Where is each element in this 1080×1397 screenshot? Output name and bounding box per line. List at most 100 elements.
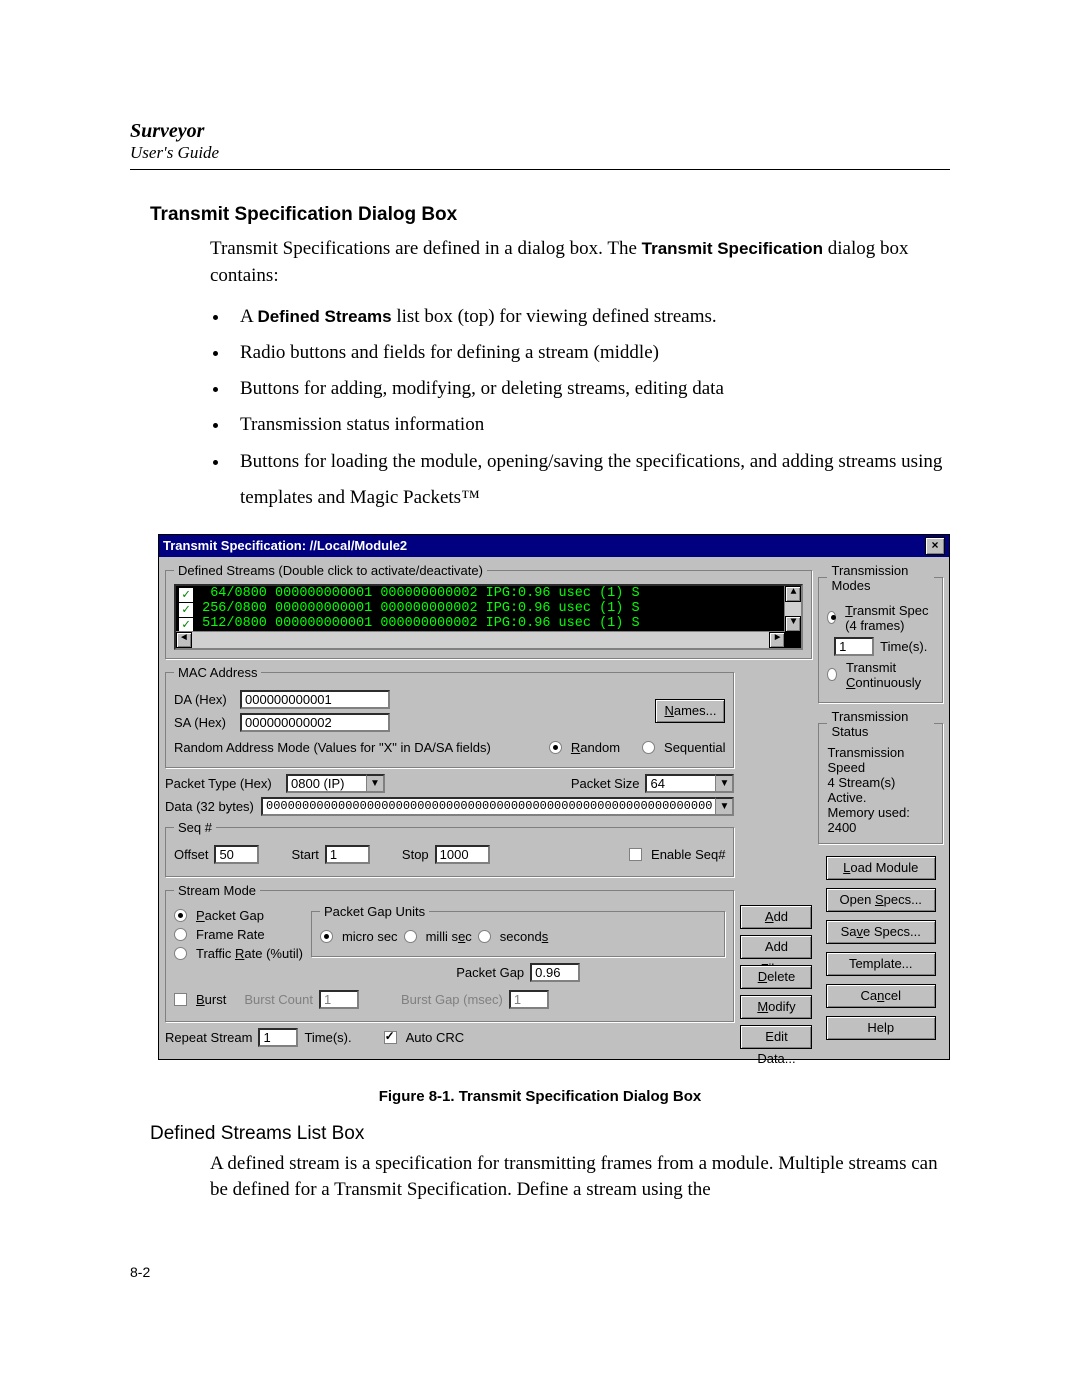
burst-gap-label: Burst Gap (msec) (401, 992, 503, 1007)
seq-legend: Seq # (174, 820, 216, 835)
packet-type-value[interactable]: 0800 (IP) (286, 774, 366, 793)
packet-type-label: Packet Type (Hex) (165, 776, 280, 791)
delete-button[interactable]: Delete (740, 965, 812, 989)
offset-label: Offset (174, 847, 208, 862)
transmit-cont-radio[interactable] (827, 668, 837, 681)
start-field[interactable]: 1 (325, 845, 370, 864)
enable-seq-check[interactable] (629, 848, 642, 861)
bullet-3: Buttons for adding, modifying, or deleti… (230, 371, 950, 407)
page-header-subtitle: User's Guide (130, 143, 950, 163)
sa-label: SA (Hex) (174, 715, 234, 730)
transmit-spec-label: Transmit Spec (4 frames) (845, 603, 934, 633)
traffic-rate-label: Traffic Rate (%util) (196, 946, 303, 961)
stream-row-1[interactable]: 64/0800 000000000001 000000000002 IPG:0.… (194, 586, 785, 601)
help-button[interactable]: Help (826, 1016, 936, 1040)
frame-rate-radio[interactable] (174, 928, 187, 941)
save-specs-button[interactable]: Save Specs... (826, 920, 936, 944)
scroll-left-icon[interactable]: ◄ (176, 632, 192, 648)
random-label: Random (571, 740, 620, 755)
bullet-4: Transmission status information (230, 407, 950, 443)
enable-seq-label: Enable Seq# (651, 847, 725, 862)
streams-hscroll[interactable]: ◄ ► (176, 631, 785, 648)
stop-field[interactable]: 1000 (435, 845, 490, 864)
modes-legend: Transmission Modes (827, 563, 934, 593)
frame-rate-label: Frame Rate (196, 927, 265, 942)
milli-label: milli sec (426, 929, 472, 944)
cancel-button[interactable]: Cancel (826, 984, 936, 1008)
chevron-down-icon[interactable]: ▼ (715, 774, 734, 793)
repeat-times: Time(s). (304, 1030, 351, 1045)
repeat-field[interactable]: 1 (258, 1028, 298, 1047)
modes-times: Time(s). (880, 639, 927, 654)
traffic-rate-radio[interactable] (174, 947, 187, 960)
micro-radio[interactable] (320, 930, 333, 943)
bullet-2: Radio buttons and fields for defining a … (230, 335, 950, 371)
bullet-1: A Defined Streams list box (top) for vie… (230, 299, 950, 335)
page-number: 8-2 (130, 1264, 950, 1280)
section-heading: Transmit Specification Dialog Box (150, 204, 950, 226)
status-speed: Transmission Speed (827, 745, 934, 775)
para-2: A defined stream is a specification for … (210, 1151, 950, 1204)
names-button[interactable]: Names... (655, 699, 725, 723)
bullet-1-pre: A (240, 306, 257, 327)
mac-address-group: MAC Address DA (Hex) 000000000001 S (165, 665, 734, 768)
add-file-button[interactable]: Add File... (740, 935, 812, 959)
burst-gap-field: 1 (509, 990, 549, 1009)
data-bytes-label: Data (32 bytes) (165, 799, 255, 814)
defined-streams-group: Defined Streams (Double click to activat… (165, 563, 812, 659)
chevron-down-icon[interactable]: ▼ (366, 774, 385, 793)
modes-n-field[interactable]: 1 (834, 637, 874, 656)
packet-gap-value-label: Packet Gap (456, 965, 524, 980)
stream-mode-legend: Stream Mode (174, 883, 260, 898)
streams-vscroll[interactable]: ▲ ▼ (784, 586, 801, 632)
sequential-radio[interactable] (642, 741, 655, 754)
stream-row-3[interactable]: 512/0800 000000000001 000000000002 IPG:0… (194, 616, 785, 631)
transmit-spec-dialog: Transmit Specification: //Local/Module2 … (158, 534, 950, 1060)
pgunits-legend: Packet Gap Units (320, 904, 429, 919)
da-label: DA (Hex) (174, 692, 234, 707)
offset-field[interactable]: 50 (214, 845, 259, 864)
defined-streams-legend: Defined Streams (Double click to activat… (174, 563, 487, 578)
intro-paragraph: Transmit Specifications are defined in a… (210, 236, 950, 289)
header-rule (130, 169, 950, 170)
edit-data-button[interactable]: Edit Data... (740, 1025, 812, 1049)
scroll-right-icon[interactable]: ► (769, 632, 785, 648)
burst-count-field: 1 (319, 990, 359, 1009)
burst-check[interactable] (174, 993, 187, 1006)
load-module-button[interactable]: Load Module (826, 856, 936, 880)
open-specs-button[interactable]: Open Specs... (826, 888, 936, 912)
close-icon[interactable]: × (925, 537, 945, 555)
data-bytes-combo[interactable]: 0000000000000000000000000000000000000000… (261, 797, 734, 816)
transmission-modes-group: Transmission Modes Transmit Spec (4 fram… (818, 563, 943, 703)
scroll-down-icon[interactable]: ▼ (785, 616, 801, 632)
data-bytes-value[interactable]: 0000000000000000000000000000000000000000… (261, 797, 715, 816)
modify-button[interactable]: Modify (740, 995, 812, 1019)
defined-streams-listbox[interactable]: 64/0800 000000000001 000000000002 IPG:0.… (174, 584, 803, 650)
sa-field[interactable]: 000000000002 (240, 713, 390, 732)
transmit-spec-radio[interactable] (827, 611, 836, 624)
milli-radio[interactable] (404, 930, 417, 943)
start-label: Start (291, 847, 318, 862)
add-button[interactable]: Add (740, 905, 812, 929)
seconds-label: seconds (500, 929, 548, 944)
mac-legend: MAC Address (174, 665, 261, 680)
scroll-up-icon[interactable]: ▲ (785, 586, 801, 602)
seconds-radio[interactable] (478, 930, 491, 943)
chevron-down-icon[interactable]: ▼ (715, 797, 734, 816)
packet-size-combo[interactable]: 64 ▼ (645, 774, 734, 793)
packet-type-combo[interactable]: 0800 (IP) ▼ (286, 774, 385, 793)
autocrc-check[interactable] (384, 1031, 397, 1044)
stream-check-1[interactable]: ✓ (178, 587, 194, 603)
stream-row-2[interactable]: 256/0800 000000000001 000000000002 IPG:0… (194, 601, 785, 616)
da-field[interactable]: 000000000001 (240, 690, 390, 709)
random-mode-label: Random Address Mode (Values for "X" in D… (174, 740, 491, 755)
packet-gap-radio[interactable] (174, 909, 187, 922)
dialog-titlebar[interactable]: Transmit Specification: //Local/Module2 … (159, 535, 949, 557)
packet-gap-field[interactable]: 0.96 (530, 963, 580, 982)
packet-size-value[interactable]: 64 (645, 774, 715, 793)
random-radio[interactable] (549, 741, 562, 754)
repeat-label: Repeat Stream (165, 1030, 252, 1045)
burst-count-label: Burst Count (244, 992, 313, 1007)
stream-check-2[interactable]: ✓ (178, 602, 194, 618)
template-button[interactable]: Template... (826, 952, 936, 976)
